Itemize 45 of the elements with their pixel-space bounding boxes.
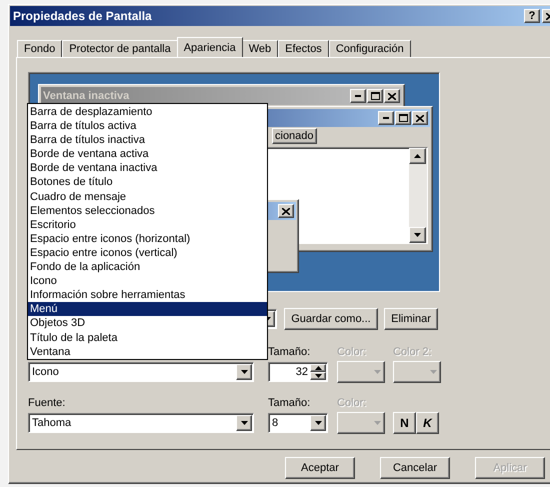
font-size-dropdown[interactable]: 8 bbox=[268, 413, 328, 433]
tab[interactable]: Fondo bbox=[17, 40, 62, 57]
list-item[interactable]: Barra de títulos activa bbox=[28, 119, 267, 134]
list-item[interactable]: Barra de títulos inactiva bbox=[28, 133, 267, 148]
list-item[interactable]: Barra de desplazamiento bbox=[28, 105, 267, 120]
item-dropdown[interactable]: Icono bbox=[28, 362, 254, 382]
italic-button[interactable]: K bbox=[416, 412, 439, 434]
list-item[interactable]: Botones de título bbox=[28, 175, 267, 190]
list-item[interactable]: Menú bbox=[28, 302, 267, 316]
dropdown-value: Icono bbox=[32, 366, 60, 378]
list-item[interactable]: Cuadro de mensaje bbox=[28, 190, 267, 204]
tab[interactable]: Web bbox=[242, 40, 278, 57]
dialog-button[interactable]: Aceptar bbox=[285, 457, 355, 479]
tab[interactable]: Protector de pantalla bbox=[62, 40, 178, 57]
list-item[interactable]: Información sobre herramientas bbox=[28, 288, 267, 302]
list-item[interactable]: Objetos 3D bbox=[28, 316, 267, 330]
list-item[interactable]: Espacio entre iconos (horizontal) bbox=[28, 232, 267, 246]
font-dropdown[interactable]: Tahoma bbox=[28, 413, 254, 433]
list-item[interactable]: Elementos seleccionados bbox=[28, 204, 267, 218]
list-item[interactable]: Escritorio bbox=[28, 218, 267, 232]
list-item[interactable]: Fondo de la aplicación bbox=[28, 260, 267, 274]
save-as-button[interactable]: Guardar como... bbox=[284, 308, 378, 330]
window-title: Propiedades de Pantalla bbox=[13, 9, 153, 23]
menu-item[interactable]: cionado bbox=[272, 128, 317, 144]
window-title: Ventana inactiva bbox=[43, 90, 130, 102]
tab[interactable]: Apariencia bbox=[176, 37, 243, 57]
dialog-button[interactable]: Cancelar bbox=[380, 457, 450, 479]
field-label: Tamaño: bbox=[268, 397, 312, 409]
dropdown-value: Tahoma bbox=[32, 417, 72, 429]
bold-button[interactable]: N bbox=[393, 412, 416, 434]
delete-button[interactable]: Eliminar bbox=[384, 308, 438, 330]
tab[interactable]: Configuración bbox=[328, 40, 411, 57]
list-item[interactable]: Espacio entre iconos (vertical) bbox=[28, 246, 267, 260]
field-label: Fuente: bbox=[28, 397, 66, 409]
size-spinner[interactable]: 32 bbox=[268, 362, 328, 382]
tab[interactable]: Efectos bbox=[278, 40, 329, 57]
list-item[interactable]: Borde de ventana activa bbox=[28, 147, 267, 162]
list-item[interactable]: Icono bbox=[28, 274, 267, 288]
help-button[interactable]: ? bbox=[524, 9, 540, 23]
dropdown-value: 8 bbox=[272, 417, 280, 429]
spinner-value: 32 bbox=[296, 366, 308, 378]
list-item[interactable]: Título de la paleta bbox=[28, 330, 267, 345]
field-label: Tamaño: bbox=[268, 346, 312, 358]
list-item[interactable]: Ventana bbox=[28, 344, 267, 359]
list-item[interactable]: Borde de ventana inactiva bbox=[28, 161, 267, 176]
